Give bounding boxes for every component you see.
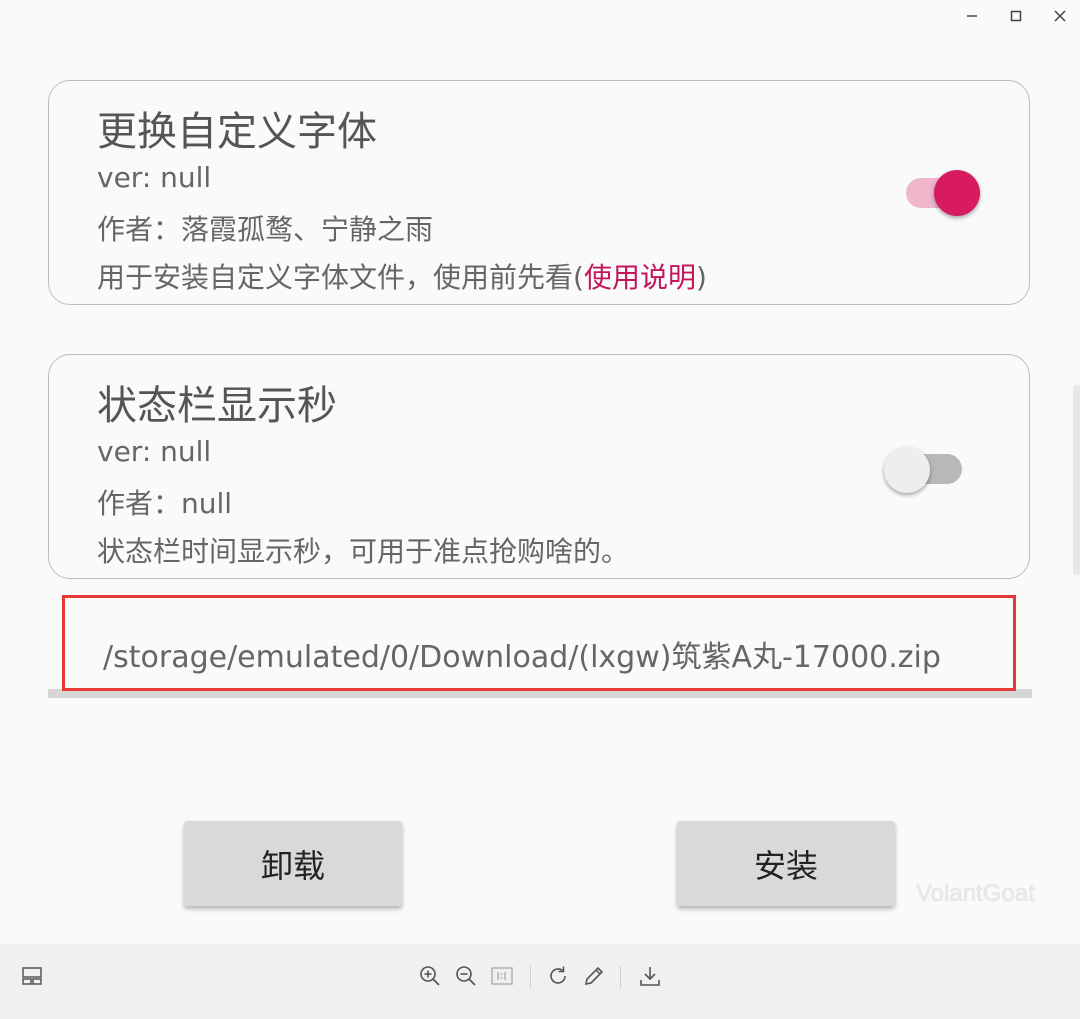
minimize-icon[interactable] (957, 4, 987, 30)
scrollbar[interactable] (1073, 385, 1080, 575)
actual-size-icon[interactable] (490, 964, 516, 990)
toggle-thumb (884, 447, 930, 493)
card-description: 用于安装自定义字体文件，使用前先看(使用说明) (97, 256, 707, 296)
uninstall-button[interactable]: 卸载 (184, 821, 402, 906)
card-author: 作者：落霞孤鹜、宁静之雨 (97, 213, 434, 246)
highlight-annotation-box (62, 595, 1016, 691)
install-button[interactable]: 安装 (677, 821, 895, 906)
usage-instructions-link[interactable]: 使用说明 (584, 261, 696, 294)
toggle-thumb (934, 170, 980, 216)
card-version: ver: null (97, 161, 212, 194)
edit-icon[interactable] (582, 964, 608, 990)
toolbar-divider (530, 966, 531, 988)
window-title-bar (0, 0, 1080, 34)
rotate-icon[interactable] (546, 964, 572, 990)
module-card-status-bar-seconds[interactable]: 状态栏显示秒 ver: null 作者：null 状态栏时间显示秒，可用于准点抢… (48, 354, 1030, 579)
maximize-icon[interactable] (1001, 4, 1031, 30)
module-card-custom-font[interactable]: 更换自定义字体 ver: null 作者：落霞孤鹜、宁静之雨 用于安装自定义字体… (48, 80, 1030, 305)
custom-font-toggle[interactable] (902, 165, 982, 216)
close-icon[interactable] (1045, 4, 1075, 30)
watermark: VolantGoat (916, 880, 1035, 907)
card-version: ver: null (97, 435, 212, 468)
viewer-toolbar (0, 944, 1080, 1019)
zoom-in-icon[interactable] (418, 964, 444, 990)
description-suffix: ) (695, 261, 707, 294)
card-description: 状态栏时间显示秒，可用于准点抢购啥的。 (97, 535, 630, 568)
toolbar-divider (620, 966, 621, 988)
layout-icon[interactable] (20, 964, 46, 990)
card-title: 状态栏显示秒 (97, 383, 337, 429)
status-bar-seconds-toggle[interactable] (884, 443, 964, 493)
zoom-out-icon[interactable] (454, 964, 480, 990)
card-author: 作者：null (97, 487, 233, 520)
download-icon[interactable] (638, 964, 664, 990)
description-text: 用于安装自定义字体文件，使用前先看( (97, 261, 584, 294)
card-title: 更换自定义字体 (97, 109, 377, 155)
